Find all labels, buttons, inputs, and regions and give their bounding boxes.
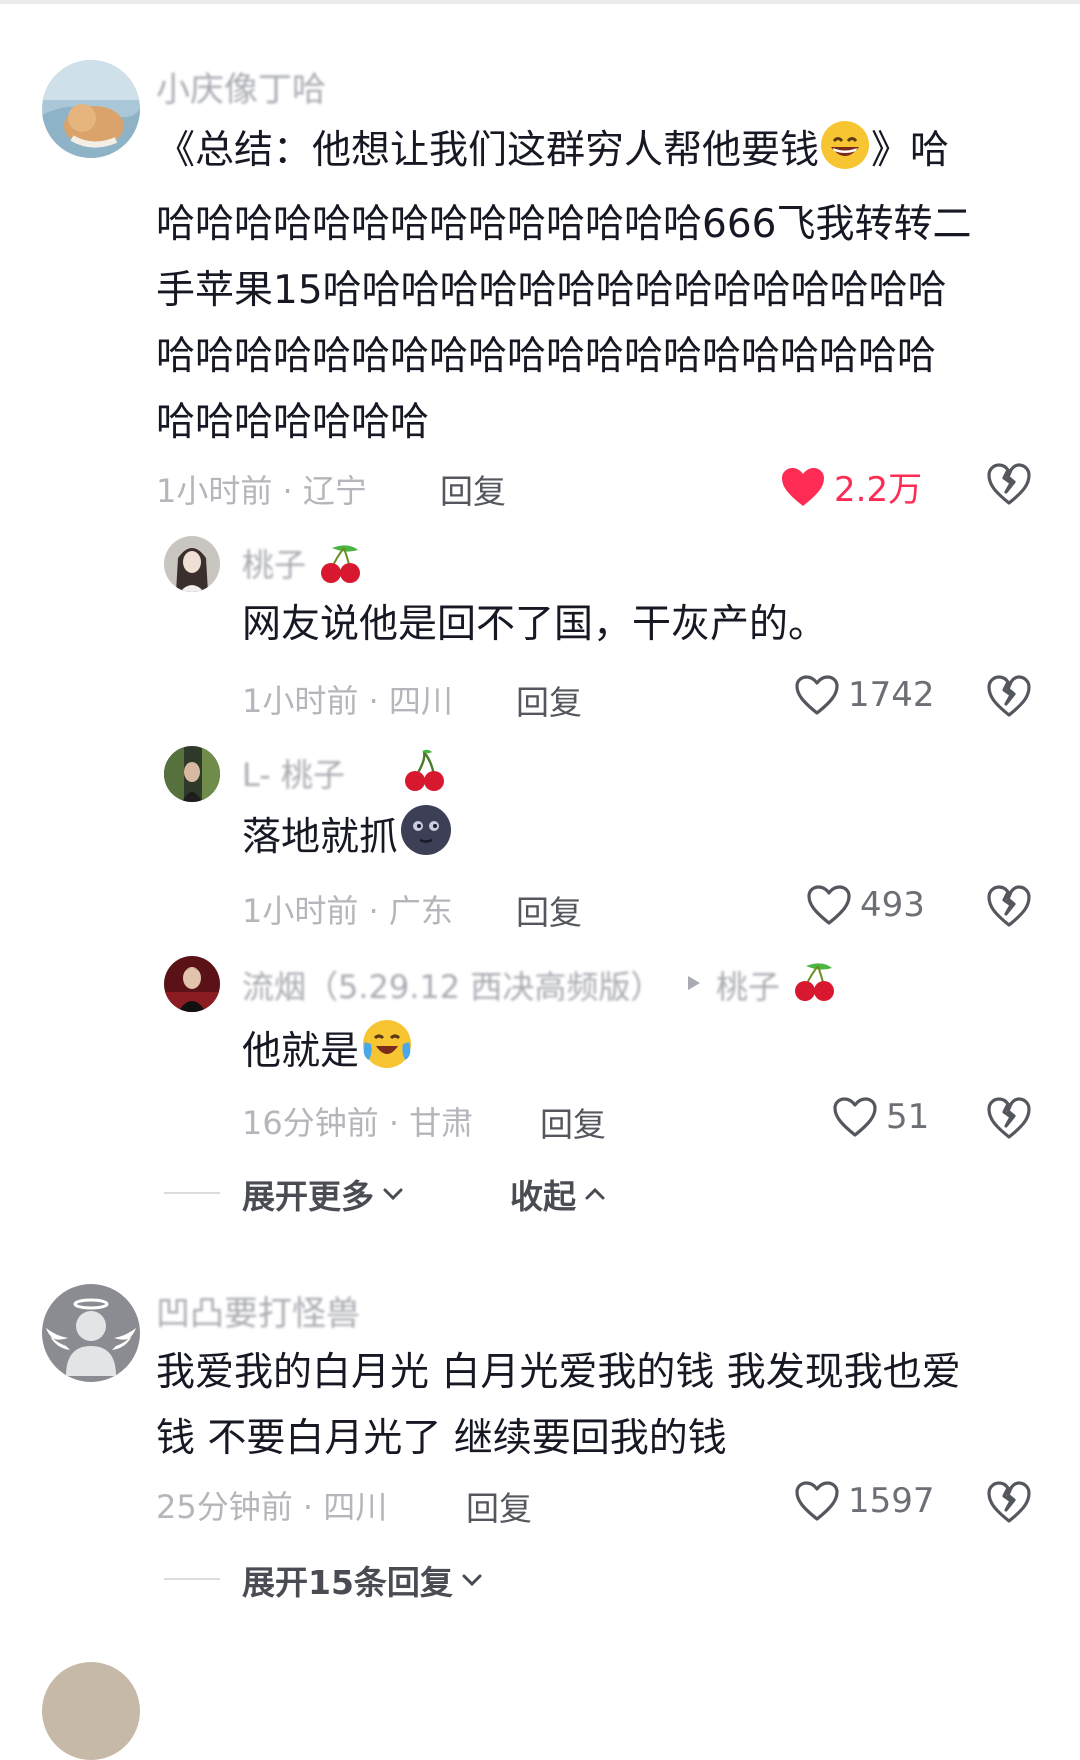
reply-text: 落地就抓 <box>242 802 454 879</box>
reply-username[interactable]: 桃子 <box>242 540 306 586</box>
grinning-emoji-icon <box>819 119 871 192</box>
expand-more-label: 展开更多 <box>242 1177 374 1216</box>
like-button[interactable]: 1597 <box>794 1480 935 1522</box>
dislike-button[interactable] <box>986 674 1032 720</box>
like-count: 493 <box>860 885 925 925</box>
reply-meta: 1小时前 · 广东 <box>242 892 453 930</box>
reply-button[interactable]: 回复 <box>466 1482 532 1530</box>
like-button[interactable]: 493 <box>806 884 925 926</box>
like-count: 1597 <box>848 1481 935 1521</box>
like-button[interactable]: 2.2万 <box>780 462 922 511</box>
comment-text-line: 我爱我的白月光 白月光爱我的钱 我发现我也爱 <box>156 1350 961 1395</box>
broken-heart-icon <box>987 1097 1031 1139</box>
heart-outline-icon <box>807 885 851 925</box>
reply-text-content: 落地就抓 <box>242 815 399 860</box>
like-count: 51 <box>886 1097 930 1137</box>
collapse-label: 收起 <box>510 1177 576 1216</box>
new-moon-face-emoji-icon <box>398 802 454 879</box>
reply-meta: 1小时前 · 四川 <box>242 682 453 720</box>
dislike-button[interactable] <box>986 1096 1032 1142</box>
reply-to-username[interactable]: 桃子 <box>716 962 780 1008</box>
broken-heart-icon <box>987 675 1031 717</box>
comment-username[interactable]: 小庆像丁哈 <box>156 62 326 111</box>
cherry-icon <box>402 748 448 796</box>
comment-text: 我爱我的白月光 白月光爱我的钱 我发现我也爱 钱 不要白月光了 继续要回我的钱 <box>156 1340 1016 1472</box>
reply-button[interactable]: 回复 <box>516 676 582 724</box>
comment-text-line: 哈哈哈哈哈哈哈哈哈哈哈哈哈哈哈哈哈哈哈哈 <box>156 334 937 379</box>
cherry-icon <box>318 540 364 588</box>
avatar[interactable] <box>42 60 140 158</box>
heart-outline-icon <box>795 675 839 715</box>
reply-text: 他就是 <box>242 1016 415 1093</box>
default-avatar-icon <box>42 1284 140 1382</box>
heart-outline-icon <box>795 1481 839 1521</box>
chevron-down-icon <box>383 1188 403 1201</box>
like-button[interactable]: 1742 <box>794 674 935 716</box>
comment-text-line: 手苹果15哈哈哈哈哈哈哈哈哈哈哈哈哈哈哈哈 <box>156 268 947 313</box>
comment-text: 《总结：他想让我们这群穷人帮他要钱 》哈 哈哈哈哈哈哈哈哈哈哈哈哈哈哈666飞我转… <box>156 118 986 456</box>
like-count: 2.2万 <box>834 470 923 510</box>
heart-outline-icon <box>833 1097 877 1137</box>
chevron-up-icon <box>585 1187 605 1200</box>
comment-text-line: 哈哈哈哈哈哈哈 <box>156 400 430 445</box>
reply-text-content: 他就是 <box>242 1029 360 1074</box>
crying-laughing-emoji-icon <box>359 1016 415 1093</box>
comment-meta: 1小时前 · 辽宁 <box>156 472 367 510</box>
broken-heart-icon <box>987 463 1031 505</box>
avatar[interactable] <box>42 1284 140 1382</box>
reply-text: 网友说他是回不了国，干灰产的。 <box>242 602 828 647</box>
dislike-button[interactable] <box>986 884 1032 930</box>
comment-text-line: 《总结：他想让我们这群穷人帮他要钱 <box>156 128 820 173</box>
like-count: 1742 <box>848 675 935 715</box>
comment-text-line: 钱 不要白月光了 继续要回我的钱 <box>156 1416 727 1461</box>
heart-filled-icon <box>782 467 824 506</box>
reply-button[interactable]: 回复 <box>440 465 506 513</box>
reply-avatar[interactable] <box>164 956 220 1012</box>
next-comment-avatar[interactable] <box>42 1662 140 1760</box>
broken-heart-icon <box>987 885 1031 927</box>
thread-divider <box>164 1578 220 1580</box>
dislike-button[interactable] <box>986 462 1032 508</box>
expand-more-button[interactable]: 展开更多 <box>242 1170 406 1218</box>
comment-text-line: 》哈 <box>871 128 950 173</box>
reply-button[interactable]: 回复 <box>516 886 582 934</box>
thread-divider <box>164 1192 220 1194</box>
like-button[interactable]: 51 <box>832 1096 929 1138</box>
cherry-icon <box>792 958 838 1006</box>
reply-button[interactable]: 回复 <box>540 1098 606 1146</box>
collapse-button[interactable]: 收起 <box>510 1170 608 1218</box>
comment-meta: 25分钟前 · 四川 <box>156 1488 388 1526</box>
expand-replies-label: 展开15条回复 <box>242 1563 453 1602</box>
broken-heart-icon <box>987 1481 1031 1523</box>
comment-username[interactable]: 凹凸要打怪兽 <box>156 1286 360 1335</box>
reply-username[interactable]: L- 桃子 <box>242 750 345 796</box>
chevron-down-icon <box>462 1574 482 1587</box>
reply-avatar[interactable] <box>164 746 220 802</box>
top-divider <box>0 0 1080 4</box>
reply-arrow-icon <box>686 974 702 996</box>
reply-avatar[interactable] <box>164 536 220 592</box>
reply-meta: 16分钟前 · 甘肃 <box>242 1104 474 1142</box>
comment-text-line: 哈哈哈哈哈哈哈哈哈哈哈哈哈哈666飞我转转二 <box>156 202 972 247</box>
expand-replies-button[interactable]: 展开15条回复 <box>242 1556 485 1604</box>
dislike-button[interactable] <box>986 1480 1032 1526</box>
reply-username[interactable]: 流烟（5.29.12 西决高频版） <box>242 962 662 1008</box>
